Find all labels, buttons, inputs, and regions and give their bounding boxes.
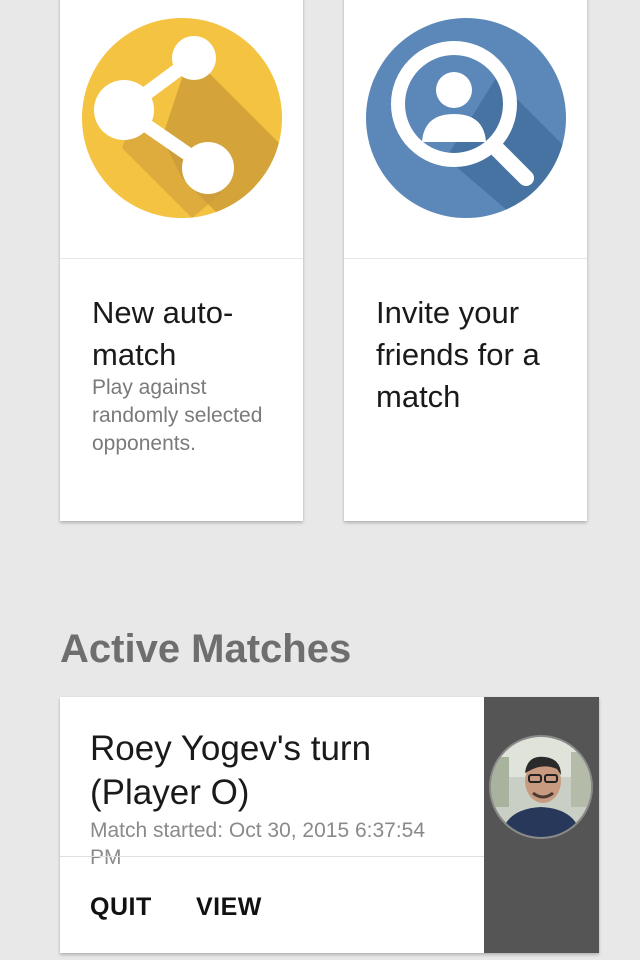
- invite-friends-title: Invite your friends for a match: [376, 295, 540, 414]
- quit-button[interactable]: QUIT: [90, 893, 152, 922]
- player-avatar: [489, 735, 593, 839]
- auto-match-card[interactable]: New auto-match Play against randomly sel…: [60, 0, 303, 521]
- match-started-text: Match started: Oct 30, 2015 6:37:54 PM: [90, 819, 426, 869]
- invite-friends-card-header: [344, 0, 587, 259]
- auto-match-title: New auto-match: [92, 295, 234, 372]
- active-match-card[interactable]: Roey Yogev's turn (Player O) Match start…: [60, 697, 599, 953]
- view-button[interactable]: VIEW: [196, 893, 262, 922]
- search-person-icon: [366, 18, 566, 218]
- auto-match-description: Play against randomly selected opponents…: [92, 376, 263, 455]
- match-turn-title: Roey Yogev's turn (Player O): [90, 729, 372, 812]
- active-matches-heading: Active Matches: [60, 627, 352, 671]
- share-icon: [82, 18, 282, 218]
- avatar-panel: [484, 697, 599, 953]
- auto-match-card-header: [60, 0, 303, 259]
- match-divider: [60, 856, 484, 857]
- invite-friends-card[interactable]: Invite your friends for a match: [344, 0, 587, 521]
